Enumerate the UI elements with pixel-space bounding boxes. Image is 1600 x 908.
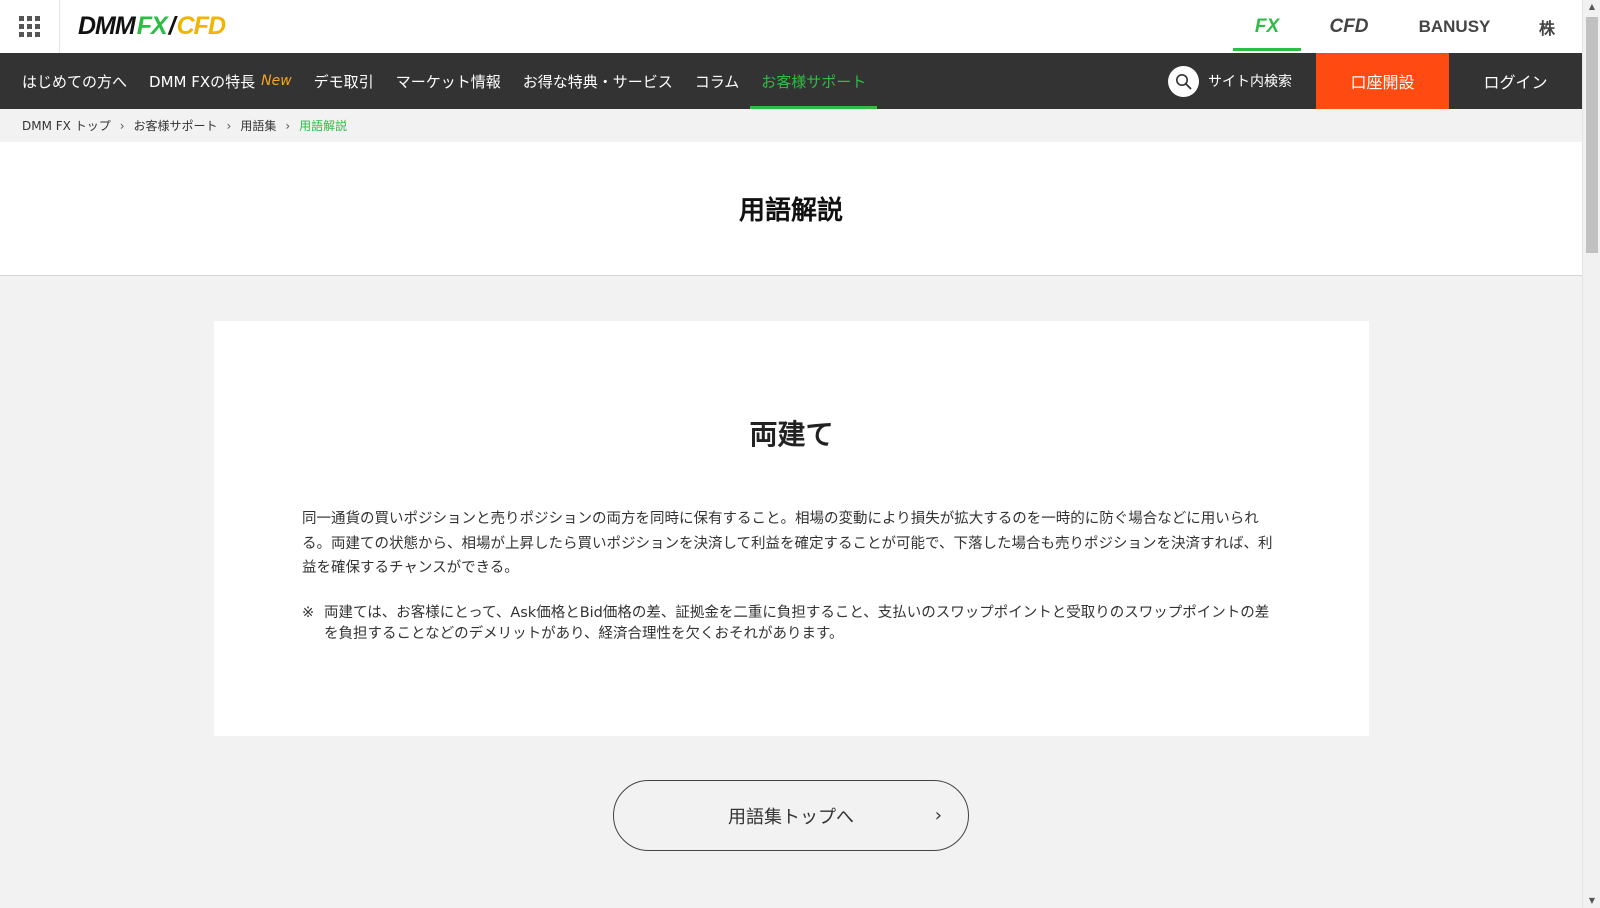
nav-item-label: DMM FXの特長 — [149, 72, 256, 91]
brand-tab-cfd[interactable]: CFD — [1301, 0, 1397, 53]
search-icon — [1168, 65, 1199, 97]
term-title: 両建て — [749, 418, 834, 451]
breadcrumb-home[interactable]: DMM FX トップ — [22, 117, 111, 134]
breadcrumb-support[interactable]: お客様サポート — [134, 117, 218, 134]
scroll-up-arrow-icon[interactable]: ▲ — [1583, 0, 1600, 14]
term-definition: 同一通貨の買いポジションと売りポジションの両方を同時に保有すること。相場の変動に… — [302, 511, 1273, 576]
glossary-top-label: 用語集トップへ — [728, 806, 854, 828]
chevron-right-icon: › — [226, 118, 232, 133]
chevron-right-icon: › — [934, 805, 942, 826]
open-account-button[interactable]: 口座開設 — [1316, 53, 1449, 109]
note-mark: ※ — [302, 605, 315, 621]
term-note: ※ 両建ては、お客様にとって、Ask価格とBid価格の差、証拠金を二重に負担する… — [302, 603, 1282, 645]
main-nav: はじめての方へ DMM FXの特長 New デモ取引 マーケット情報 お得な特典… — [0, 53, 1582, 109]
page-title: 用語解説 — [738, 196, 843, 226]
breadcrumb-glossary[interactable]: 用語集 — [240, 117, 276, 134]
scrollbar-thumb[interactable] — [1586, 17, 1598, 253]
brand-tab-banusy[interactable]: BANUSY — [1397, 0, 1512, 53]
page-scrollbar[interactable]: ▲ ▼ — [1582, 0, 1600, 908]
nav-item-features[interactable]: DMM FXの特長 New — [138, 53, 303, 109]
search-label: サイト内検索 — [1208, 74, 1292, 90]
note-text: 両建ては、お客様にとって、Ask価格とBid価格の差、証拠金を二重に負担すること… — [324, 605, 1270, 642]
nav-item-market[interactable]: マーケット情報 — [385, 53, 512, 109]
chevron-right-icon: › — [119, 118, 125, 133]
breadcrumb-current: 用語解説 — [299, 119, 348, 133]
nav-item-beginners[interactable]: はじめての方へ — [0, 53, 138, 109]
nav-item-benefits[interactable]: お得な特典・サービス — [512, 53, 684, 109]
new-badge: New — [261, 73, 292, 89]
chevron-right-icon: › — [285, 118, 291, 133]
nav-actions: サイト内検索 口座開設 ログイン — [1168, 53, 1582, 109]
brand-tabs: FX CFD BANUSY 株 — [1233, 0, 1582, 53]
top-bar: DMM FX / CFD FX CFD BANUSY 株 — [0, 0, 1582, 53]
grid-icon — [19, 16, 40, 37]
app-menu-button[interactable] — [0, 0, 60, 53]
brand-tab-stocks[interactable]: 株 — [1512, 0, 1582, 53]
glossary-top-button[interactable]: 用語集トップへ › — [613, 780, 969, 851]
nav-item-support[interactable]: お客様サポート — [750, 53, 878, 109]
brand-tab-fx[interactable]: FX — [1233, 0, 1301, 53]
breadcrumb: DMM FX トップ › お客様サポート › 用語集 › 用語解説 — [22, 117, 347, 134]
site-search-button[interactable]: サイト内検索 — [1168, 53, 1316, 109]
nav-item-demo[interactable]: デモ取引 — [303, 53, 385, 109]
dmm-fx-cfd-logo[interactable]: DMM FX / CFD — [78, 12, 226, 41]
term-card: 両建て 同一通貨の買いポジションと売りポジションの両方を同時に保有すること。相場… — [214, 321, 1369, 736]
page-heading-band: 用語解説 — [0, 142, 1582, 276]
login-button[interactable]: ログイン — [1449, 53, 1582, 109]
nav-item-column[interactable]: コラム — [684, 53, 751, 109]
scroll-down-arrow-icon[interactable]: ▼ — [1583, 894, 1600, 908]
